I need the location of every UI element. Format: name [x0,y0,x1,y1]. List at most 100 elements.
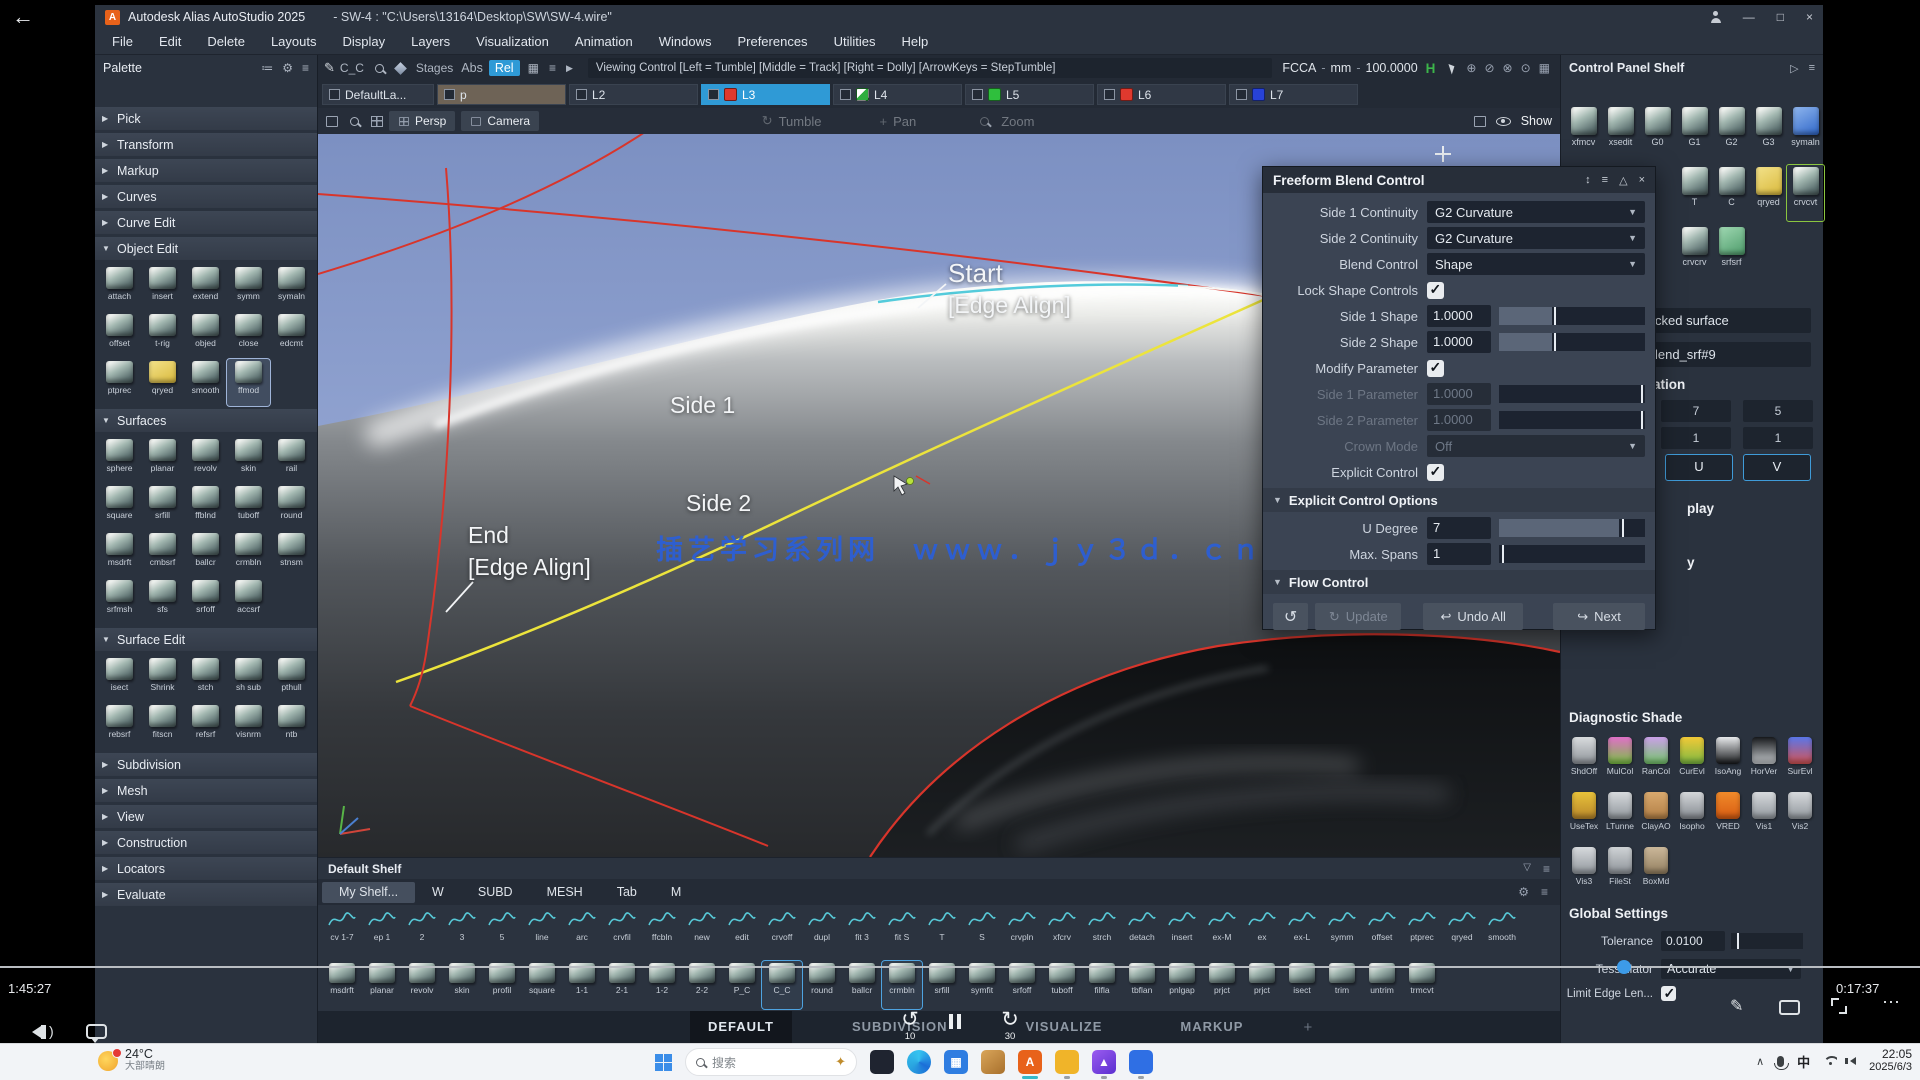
max-spans-field[interactable]: 1 [1427,543,1491,565]
palette-section-markup[interactable]: ▶Markup [95,159,317,182]
tray-chevron-icon[interactable]: ∧ [1756,1055,1764,1068]
palette-tool[interactable]: ptprec [98,359,141,406]
diagnostic-shade-tool[interactable]: Isopho [1674,790,1710,845]
shelf-tool[interactable]: profil [482,961,522,1009]
show-menu[interactable]: Show [1521,114,1552,128]
next-button[interactable]: ↪Next [1553,603,1645,630]
palette-section-subdivision[interactable]: ▶Subdivision [95,753,317,776]
update-button[interactable]: ↻Update [1315,603,1401,630]
shelf-tool[interactable]: prjct [1242,961,1282,1009]
palette-tool[interactable]: tuboff [227,484,270,531]
shelf-tool[interactable]: T [922,908,962,956]
side1-continuity-select[interactable]: G2 Curvature▼ [1427,201,1645,223]
shelf-tool[interactable]: qryed [1442,908,1482,956]
shelf-tool[interactable]: isect [1282,961,1322,1009]
spans-u-value[interactable]: 1 [1661,427,1731,449]
shelf-tool[interactable]: crvfil [602,908,642,956]
palette-gear-icon[interactable]: ⚙ [282,61,293,75]
shelf-tool[interactable]: crvpln [1002,908,1042,956]
palette-tool[interactable]: ntb [270,703,313,750]
layer-item[interactable]: p [437,84,566,105]
shelf-tool[interactable]: srfoff [1002,961,1042,1009]
taskbar-app-alias[interactable]: A [1018,1050,1042,1074]
palette-tool[interactable]: rail [270,437,313,484]
layer-item[interactable]: L2 [569,84,698,105]
palette-tool[interactable]: offset [98,312,141,359]
shelf-tab[interactable]: My Shelf... [322,882,415,903]
shelf-tool[interactable]: srfill [922,961,962,1009]
play-icon[interactable]: ▶ [566,63,573,74]
layer-item[interactable]: L3 [701,84,830,105]
diagnostic-shade-tool[interactable]: UseTex [1566,790,1602,845]
palette-tool[interactable]: sfs [141,578,184,625]
diagnostic-shade-tool[interactable]: ClayAO [1638,790,1674,845]
add-mode-icon[interactable]: + [1303,1019,1312,1036]
cplane-indicator[interactable]: FCCA [1282,61,1316,75]
cp-tool[interactable]: xfmcv [1565,105,1602,161]
grid-icon[interactable]: ▦ [528,61,539,75]
shelf-tool[interactable]: arc [562,908,602,956]
video-back-button[interactable]: ← [12,4,34,30]
palette-tool[interactable]: t-rig [141,312,184,359]
shelf-tool[interactable]: offset [1362,908,1402,956]
shelf-tool[interactable]: crmbln [882,961,922,1009]
explicit-control-options-section[interactable]: ▼Explicit Control Options [1263,488,1655,512]
menu-item[interactable]: Delete [194,29,258,54]
diagnostic-shade-tool[interactable]: ShdOff [1566,735,1602,790]
abs-toggle[interactable]: Abs [461,61,483,75]
taskbar-clock[interactable]: 22:05 2025/6/3 [1869,1048,1912,1074]
shelf-tool[interactable]: skin [442,961,482,1009]
bounding-box-icon[interactable] [1474,116,1486,127]
degree-u-value[interactable]: 7 [1661,400,1731,422]
shelf-tool[interactable]: new [682,908,722,956]
cp-tool[interactable]: qryed [1750,165,1787,221]
shelf-tool[interactable]: msdrft [322,961,362,1009]
mode-tab[interactable]: MARKUP [1162,1011,1261,1043]
palette-tool[interactable]: edcmt [270,312,313,359]
blend-control-select[interactable]: Shape▼ [1427,253,1645,275]
shelf-tool[interactable]: C_C [762,961,802,1009]
layer-color-swatch[interactable] [856,88,869,101]
u-degree-slider[interactable] [1499,519,1645,537]
taskbar-app-creative[interactable]: ▲ [1092,1050,1116,1074]
palette-list-icon[interactable]: ≔ [261,61,273,75]
diagnostic-shade-tool[interactable]: LTunne [1602,790,1638,845]
cp-tool[interactable]: symaln [1787,105,1824,161]
shelf-tool[interactable]: xfcrv [1042,908,1082,956]
rel-toggle[interactable]: Rel [489,60,520,76]
shelf-tool[interactable]: cv 1-7 [322,908,362,956]
u-direction-button[interactable]: U [1665,454,1733,481]
panel-menu-icon[interactable]: ≡ [1809,62,1815,75]
shelf-tool[interactable]: P_C [722,961,762,1009]
stages-button[interactable]: Stages [416,61,453,75]
account-icon[interactable] [1711,11,1721,23]
global-settings-header[interactable]: Global Settings [1569,906,1668,921]
shelf-tool[interactable]: trmcvt [1402,961,1442,1009]
menu-item[interactable]: Windows [646,29,725,54]
tolerance-slider[interactable] [1731,933,1803,949]
palette-section-curves[interactable]: ▶Curves [95,185,317,208]
taskbar-app-reader[interactable] [1129,1050,1153,1074]
side1-shape-field[interactable]: 1.0000 [1427,305,1491,327]
layer-item[interactable]: DefaultLa... [322,84,434,105]
palette-tool[interactable]: symm [227,265,270,312]
cp-tool[interactable]: srfsrf [1713,225,1750,281]
scale-indicator[interactable]: 100.0000 [1366,61,1418,75]
shelf-tool[interactable]: symm [1322,908,1362,956]
undo-all-button[interactable]: ↩Undo All [1423,603,1523,630]
shelf-tool[interactable]: square [522,961,562,1009]
surface-name-field[interactable]: lend_srf#9 [1651,342,1811,367]
palette-tool[interactable]: srfoff [184,578,227,625]
shelf-tool[interactable]: fit S [882,908,922,956]
shelf-tool[interactable]: ptprec [1402,908,1442,956]
menu-item[interactable]: Edit [146,29,194,54]
menu-item[interactable]: Utilities [821,29,889,54]
palette-tool[interactable]: ballcr [184,531,227,578]
cp-tool[interactable]: G0 [1639,105,1676,161]
snap-grid-icon[interactable]: ⊕ [1466,61,1476,75]
snap-curve-icon[interactable]: ⊘ [1484,61,1494,75]
lock-shape-checkbox[interactable] [1427,282,1444,299]
max-spans-slider[interactable] [1499,545,1645,563]
shelf-tool[interactable]: 1-1 [562,961,602,1009]
layer-color-swatch[interactable] [988,88,1001,101]
